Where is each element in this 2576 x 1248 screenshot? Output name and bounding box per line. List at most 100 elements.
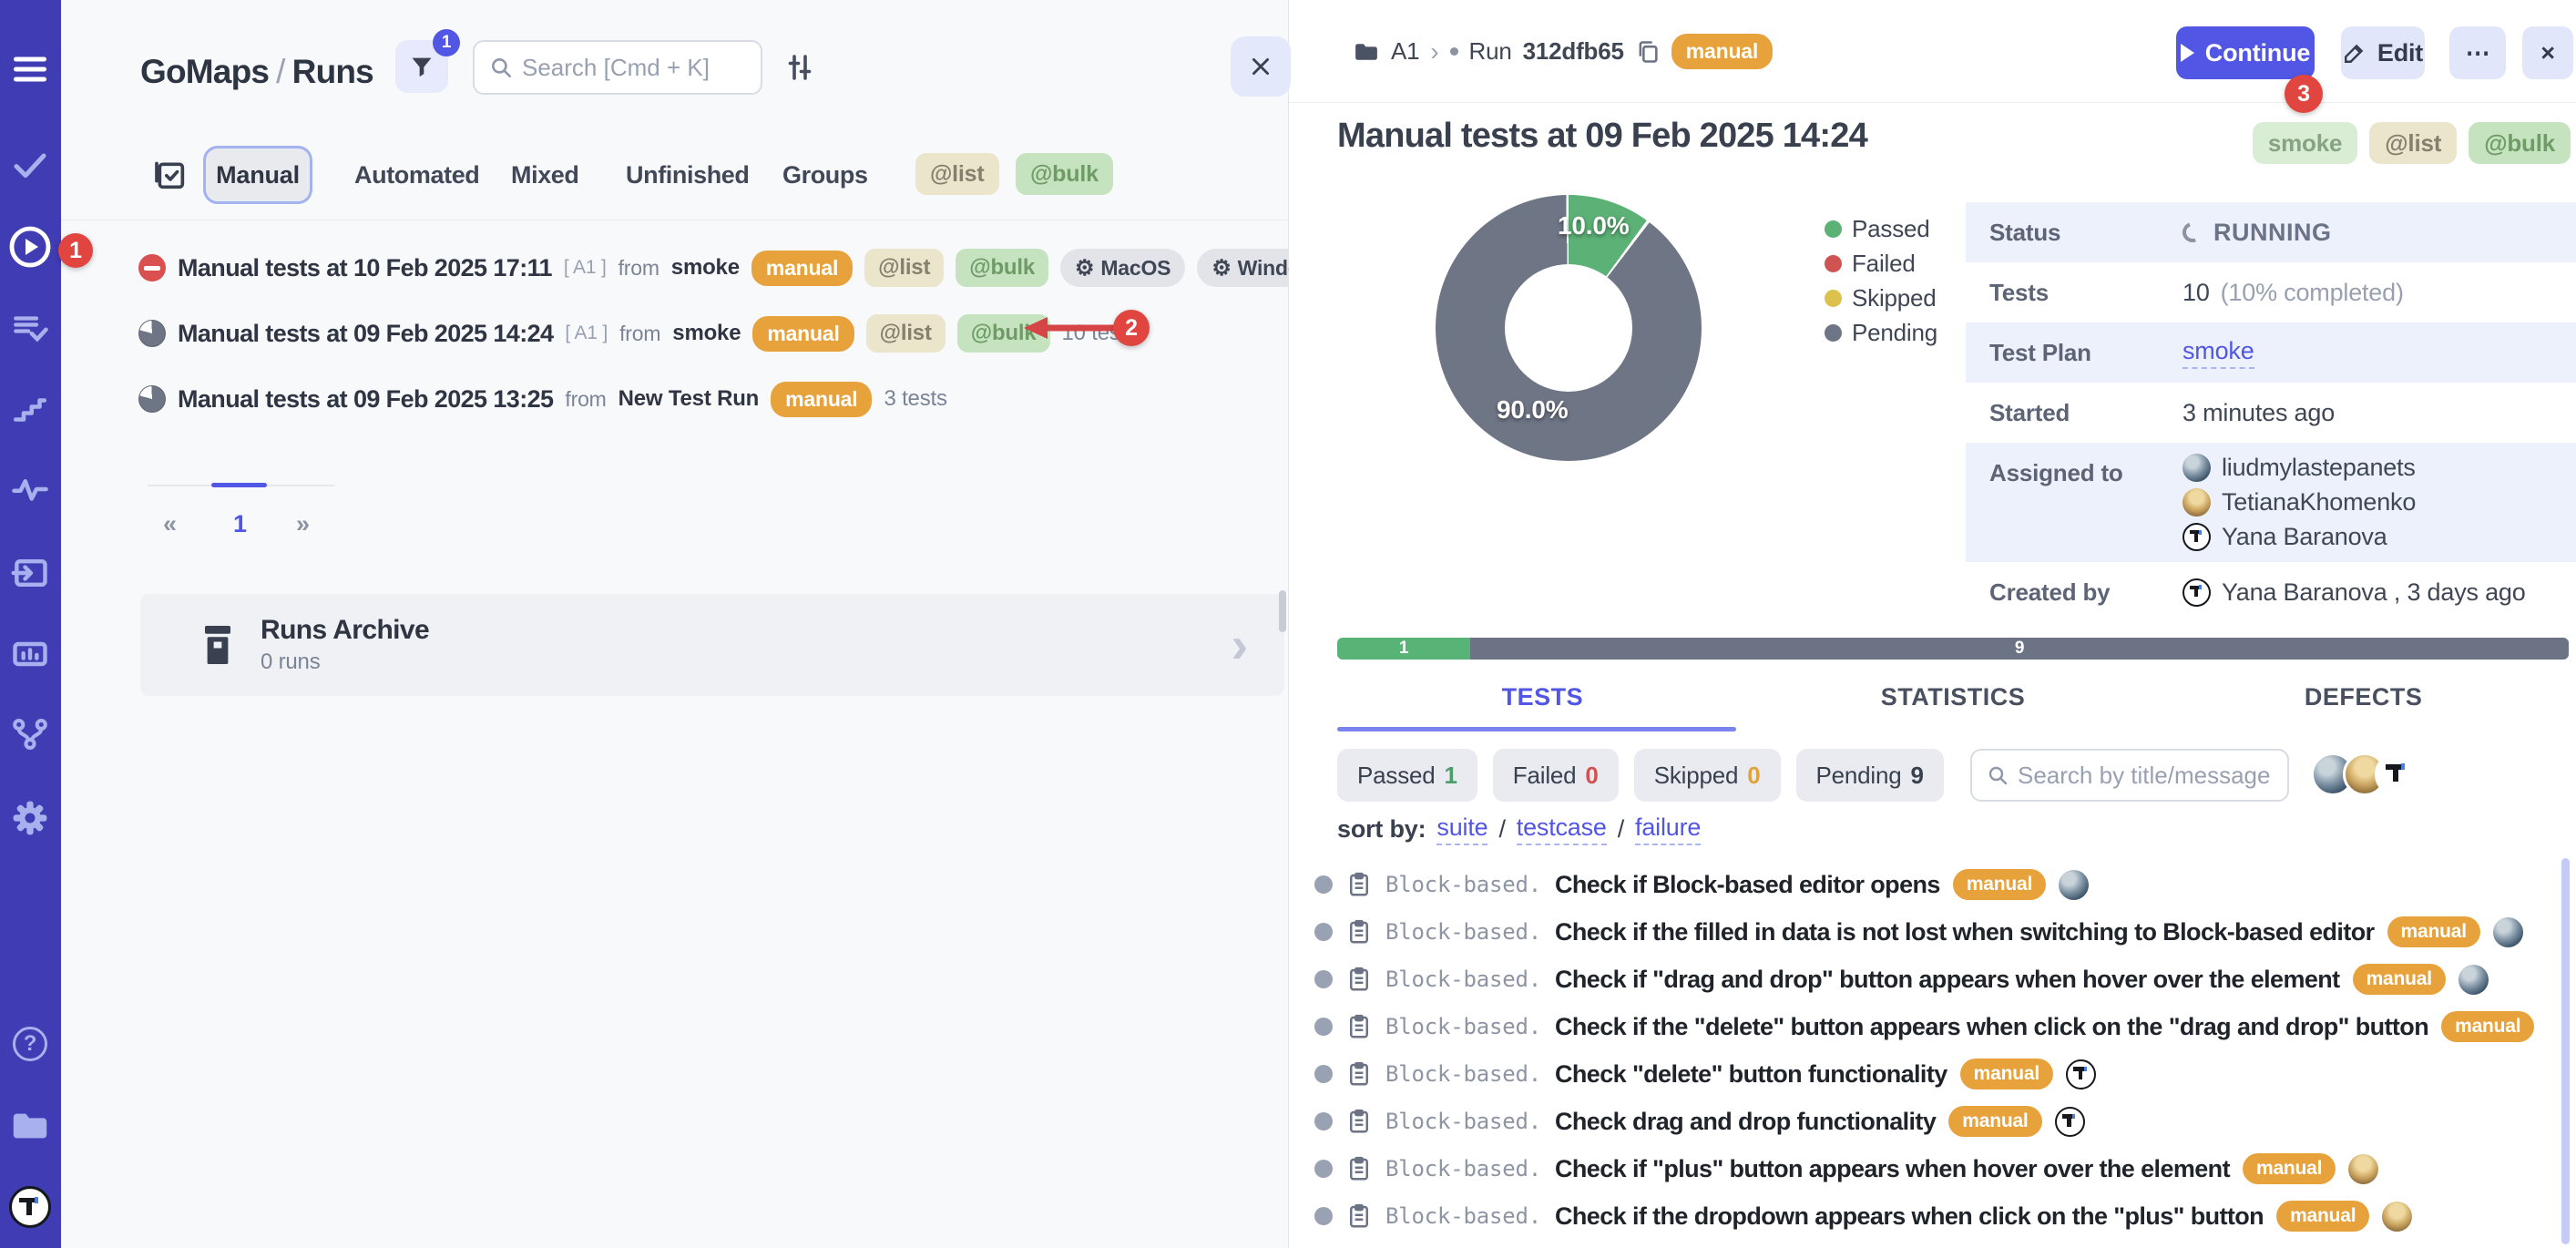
chevron-icon: ›	[1430, 37, 1438, 66]
filter-passed[interactable]: Passed1	[1337, 749, 1477, 802]
archive-title: Runs Archive	[261, 615, 1208, 646]
chart-legend: Passed Failed Skipped Pending	[1825, 211, 1937, 350]
tab-statistics[interactable]: STATISTICS	[1748, 683, 2159, 711]
run-pending-icon	[138, 385, 166, 413]
suite-label: Block-based...	[1385, 1156, 1542, 1182]
manual-badge: manual	[2276, 1201, 2369, 1232]
run-title: Manual tests at 10 Feb 2025 17:11	[178, 254, 552, 282]
test-plan-link[interactable]: smoke	[2182, 337, 2254, 369]
test-row-1[interactable]: Block-based... Check if Block-based edit…	[1289, 861, 2569, 908]
run-row-1[interactable]: Manual tests at 10 Feb 2025 17:11 [ A1 ]…	[61, 235, 1288, 301]
user-avatar[interactable]	[9, 1186, 51, 1228]
runs-list-panel: GoMaps/Runs 1 Manual Automated Mixed Unf…	[61, 0, 1289, 1248]
tag-bulk[interactable]: @bulk	[2469, 122, 2571, 164]
select-all-icon[interactable]	[152, 157, 189, 198]
folder-nav-icon[interactable]	[9, 1105, 51, 1147]
test-row-5[interactable]: Block-based... Check "delete" button fun…	[1289, 1050, 2569, 1098]
runs-search[interactable]	[473, 40, 762, 95]
play-icon	[2181, 44, 2194, 62]
branch-icon[interactable]	[11, 715, 49, 753]
steps-icon[interactable]	[11, 391, 49, 429]
breadcrumb-project[interactable]: GoMaps	[140, 53, 269, 90]
tests-search-input[interactable]	[2018, 762, 2273, 790]
annotation-step-1: 1	[58, 233, 93, 268]
filter-pending[interactable]: Pending9	[1796, 749, 1944, 802]
tab-groups[interactable]: Groups	[782, 161, 868, 189]
sort-by-testcase[interactable]: testcase	[1517, 813, 1607, 845]
tag-list-badge[interactable]: @list	[864, 249, 944, 287]
tab-tests[interactable]: TESTS	[1337, 683, 1748, 711]
tab-defects[interactable]: DEFECTS	[2158, 683, 2569, 711]
close-panel-button[interactable]	[1231, 36, 1291, 97]
created-value: Yana Baranova , 3 days ago	[2222, 578, 2526, 607]
sort-by-suite[interactable]: suite	[1436, 813, 1487, 845]
gear-icon	[1211, 255, 1231, 281]
test-row-6[interactable]: Block-based... Check drag and drop funct…	[1289, 1098, 2569, 1145]
import-icon[interactable]	[10, 553, 50, 593]
run-tests-count: 3 tests	[884, 386, 946, 412]
tab-manual[interactable]: Manual	[203, 146, 312, 204]
summary-row-tests: Tests 10(10% completed)	[1966, 262, 2576, 322]
test-row-2[interactable]: Block-based... Check if the filled in da…	[1289, 908, 2569, 956]
filter-skipped[interactable]: Skipped0	[1634, 749, 1781, 802]
check-icon[interactable]	[12, 147, 48, 183]
runs-search-input[interactable]	[522, 54, 746, 82]
assignee: Yana Baranova	[2182, 523, 2416, 551]
detail-header: A1 › Run 312dfb65 manual Continue Edit ⋯…	[1289, 0, 2576, 103]
breadcrumb-page[interactable]: Runs	[292, 53, 373, 90]
sidebar	[0, 0, 61, 1248]
run-title: Manual tests at 09 Feb 2025 14:24	[1337, 117, 1867, 156]
pagination-next[interactable]: »	[296, 510, 310, 538]
filter-failed[interactable]: Failed0	[1493, 749, 1619, 802]
runs-play-icon[interactable]	[8, 225, 52, 269]
tab-unfinished[interactable]: Unfinished	[626, 161, 750, 189]
tag-filter-bulk[interactable]: @bulk	[1016, 153, 1113, 195]
legend-dot-failed	[1825, 255, 1842, 272]
copy-icon[interactable]	[1635, 39, 1661, 65]
left-panel-scrollbar[interactable]	[1279, 590, 1286, 632]
sort-by-failure[interactable]: failure	[1635, 813, 1701, 845]
suite-label: Block-based...	[1385, 967, 1542, 992]
close-detail-button[interactable]: ×	[2522, 26, 2573, 79]
run-title: Manual tests at 09 Feb 2025 13:25	[178, 385, 553, 414]
run-row-3[interactable]: Manual tests at 09 Feb 2025 13:25 from N…	[61, 366, 1288, 432]
tab-automated[interactable]: Automated	[354, 161, 479, 189]
test-row-9[interactable]: Block-based... Check if the dropdown dis…	[1289, 1240, 2569, 1248]
run-from-label: from	[565, 387, 606, 412]
activity-icon[interactable]	[11, 470, 49, 508]
test-row-3[interactable]: Block-based... Check if "drag and drop" …	[1289, 956, 2569, 1003]
tag-list-badge[interactable]: @list	[866, 314, 946, 353]
report-chart-icon[interactable]	[10, 634, 50, 674]
tests-note: (10% completed)	[2221, 279, 2404, 307]
run-source: smoke	[671, 255, 740, 281]
continue-button[interactable]: Continue	[2176, 26, 2315, 79]
test-row-4[interactable]: Block-based... Check if the "delete" but…	[1289, 1003, 2569, 1050]
pagination-page-1[interactable]: 1	[233, 510, 247, 538]
pagination-active-indicator	[211, 483, 267, 487]
edit-button[interactable]: Edit	[2341, 26, 2425, 79]
filter-button[interactable]: 1	[395, 40, 448, 93]
avatar	[2382, 1202, 2412, 1232]
test-title: Check if the "delete" button appears whe…	[1555, 1013, 2428, 1041]
runs-archive-card[interactable]: Runs Archive 0 runs ›	[140, 594, 1284, 696]
pagination-prev[interactable]: «	[163, 510, 177, 538]
detail-scrollbar[interactable]	[2561, 858, 2570, 1244]
menu-icon[interactable]	[14, 52, 46, 87]
test-row-7[interactable]: Block-based... Check if "plus" button ap…	[1289, 1145, 2569, 1192]
settings-gear-icon[interactable]	[10, 798, 50, 838]
archive-texts: Runs Archive 0 runs	[261, 615, 1208, 675]
help-icon[interactable]	[13, 1027, 47, 1061]
crumb-suite[interactable]: A1	[1391, 37, 1419, 66]
test-list-icon[interactable]	[11, 309, 49, 347]
more-actions-button[interactable]: ⋯	[2449, 26, 2506, 79]
tag-smoke[interactable]: smoke	[2253, 122, 2357, 164]
tag-bulk-badge[interactable]: @bulk	[956, 249, 1048, 287]
tag-filter-list[interactable]: @list	[915, 153, 999, 195]
assignee-avatars[interactable]	[2311, 752, 2418, 796]
tests-search[interactable]	[1970, 749, 2289, 802]
tag-list[interactable]: @list	[2369, 122, 2457, 164]
test-row-8[interactable]: Block-based... Check if the dropdown app…	[1289, 1192, 2569, 1240]
tab-mixed[interactable]: Mixed	[511, 161, 579, 189]
run-detail-panel: A1 › Run 312dfb65 manual Continue Edit ⋯…	[1289, 0, 2576, 1248]
display-settings-icon[interactable]	[783, 51, 816, 88]
